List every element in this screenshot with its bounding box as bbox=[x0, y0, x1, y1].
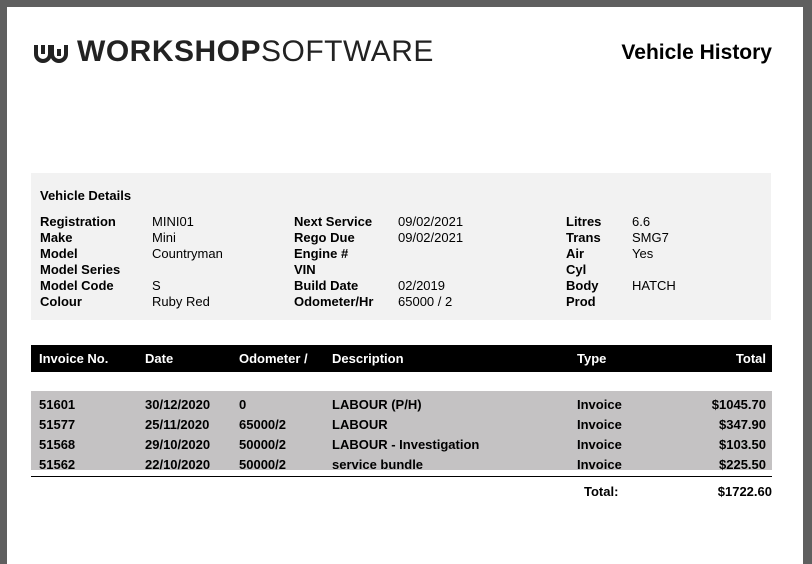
vehicle-details-heading: Vehicle Details bbox=[40, 188, 132, 203]
column-header-description: Description bbox=[332, 351, 404, 366]
details-values-col1: MINI01 Mini Countryman S Ruby Red bbox=[152, 214, 223, 310]
total-cell: $1045.70 bbox=[711, 397, 766, 412]
total-cell: $225.50 bbox=[719, 457, 766, 472]
detail-value: Countryman bbox=[152, 246, 223, 261]
column-header-total: Total bbox=[735, 351, 766, 366]
type-cell: Invoice bbox=[577, 397, 622, 412]
logo-brand-bold: WORKSHOP bbox=[77, 35, 261, 68]
invoice-table-header: Invoice No. Date Odometer / Description … bbox=[31, 345, 772, 372]
detail-value: 65000 / 2 bbox=[398, 294, 453, 309]
detail-value: 6.6 bbox=[632, 214, 651, 229]
grand-total-value: $1722.60 bbox=[717, 484, 772, 499]
detail-value bbox=[632, 262, 676, 278]
detail-label: Rego Due bbox=[294, 230, 355, 245]
detail-label: Model bbox=[40, 246, 78, 261]
column-header-type: Type bbox=[577, 351, 607, 366]
description-cell: LABOUR bbox=[332, 417, 388, 432]
detail-value: Ruby Red bbox=[152, 294, 210, 309]
invoice-no-cell: 51568 bbox=[39, 437, 76, 452]
odometer-cell: 65000/2 bbox=[239, 417, 286, 432]
detail-value bbox=[398, 262, 463, 278]
detail-label: Body bbox=[566, 278, 599, 293]
invoice-no-cell: 51577 bbox=[39, 417, 76, 432]
column-header-invoice-no: Invoice No. bbox=[39, 351, 109, 366]
detail-label: Air bbox=[566, 246, 585, 261]
total-cell: $347.90 bbox=[719, 417, 766, 432]
detail-label: Engine # bbox=[294, 246, 349, 261]
description-cell: LABOUR - Investigation bbox=[332, 437, 480, 452]
details-labels-col1: Registration Make Model Model Series Mod… bbox=[40, 214, 120, 310]
details-values-col2: 09/02/2021 09/02/2021 02/2019 65000 / 2 bbox=[398, 214, 463, 310]
detail-value: 09/02/2021 bbox=[398, 214, 464, 229]
ws-logo-icon bbox=[34, 45, 68, 63]
detail-label: Cyl bbox=[566, 262, 587, 277]
detail-value: Yes bbox=[632, 246, 654, 261]
table-row: 51601 30/12/2020 0 LABOUR (P/H) Invoice … bbox=[31, 394, 772, 414]
vehicle-details-panel: Vehicle Details Registration Make Model … bbox=[31, 173, 771, 320]
detail-value: Mini bbox=[152, 230, 176, 245]
table-row: 51568 29/10/2020 50000/2 LABOUR - Invest… bbox=[31, 434, 772, 454]
detail-label: VIN bbox=[294, 262, 316, 277]
document-title: Vehicle History bbox=[621, 41, 772, 64]
column-header-odometer: Odometer / bbox=[239, 351, 308, 366]
invoice-no-cell: 51562 bbox=[39, 457, 76, 472]
detail-label: Litres bbox=[566, 214, 602, 229]
column-header-date: Date bbox=[145, 351, 174, 366]
detail-label: Make bbox=[40, 230, 73, 245]
invoice-no-cell: 51601 bbox=[39, 397, 76, 412]
detail-label: Odometer/Hr bbox=[294, 294, 374, 309]
detail-value: 02/2019 bbox=[398, 278, 445, 293]
detail-label: Colour bbox=[40, 294, 82, 309]
detail-value bbox=[632, 294, 676, 310]
detail-value: SMG7 bbox=[632, 230, 669, 245]
detail-label: Model Code bbox=[40, 278, 114, 293]
detail-value: S bbox=[152, 278, 161, 293]
detail-value bbox=[152, 262, 223, 278]
odometer-cell: 0 bbox=[239, 397, 247, 412]
details-labels-col2: Next Service Rego Due Engine # VIN Build… bbox=[294, 214, 373, 310]
grand-total-label: Total: bbox=[584, 484, 619, 499]
type-cell: Invoice bbox=[577, 437, 622, 452]
details-values-col3: 6.6 SMG7 Yes HATCH bbox=[632, 214, 676, 310]
detail-value: MINI01 bbox=[152, 214, 194, 229]
detail-label: Model Series bbox=[40, 262, 121, 277]
invoice-table-body: 51601 30/12/2020 0 LABOUR (P/H) Invoice … bbox=[31, 391, 772, 472]
type-cell: Invoice bbox=[577, 457, 622, 472]
detail-label: Registration bbox=[40, 214, 116, 229]
odometer-cell: 50000/2 bbox=[239, 437, 286, 452]
logo-brand-light: SOFTWARE bbox=[261, 35, 434, 68]
date-cell: 25/11/2020 bbox=[145, 417, 210, 432]
workshop-software-logo: WORKSHOP SOFTWARE bbox=[33, 34, 434, 70]
date-cell: 30/12/2020 bbox=[145, 397, 211, 412]
document-page: WORKSHOP SOFTWARE Vehicle History Vehicl… bbox=[7, 7, 803, 564]
description-cell: LABOUR (P/H) bbox=[332, 397, 422, 412]
type-cell: Invoice bbox=[577, 417, 622, 432]
total-cell: $103.50 bbox=[719, 437, 766, 452]
table-row: 51562 22/10/2020 50000/2 service bundle … bbox=[31, 454, 772, 474]
detail-value: HATCH bbox=[632, 278, 676, 293]
total-divider bbox=[31, 476, 772, 477]
detail-label: Next Service bbox=[294, 214, 373, 229]
date-cell: 29/10/2020 bbox=[145, 437, 211, 452]
table-row: 51577 25/11/2020 65000/2 LABOUR Invoice … bbox=[31, 414, 772, 434]
date-cell: 22/10/2020 bbox=[145, 457, 211, 472]
details-labels-col3: Litres Trans Air Cyl Body Prod bbox=[566, 214, 601, 310]
description-cell: service bundle bbox=[332, 457, 424, 472]
detail-label: Trans bbox=[566, 230, 601, 245]
detail-label: Prod bbox=[566, 294, 596, 309]
detail-value: 09/02/2021 bbox=[398, 230, 464, 245]
detail-value bbox=[398, 246, 463, 262]
detail-label: Build Date bbox=[294, 278, 359, 293]
odometer-cell: 50000/2 bbox=[239, 457, 286, 472]
